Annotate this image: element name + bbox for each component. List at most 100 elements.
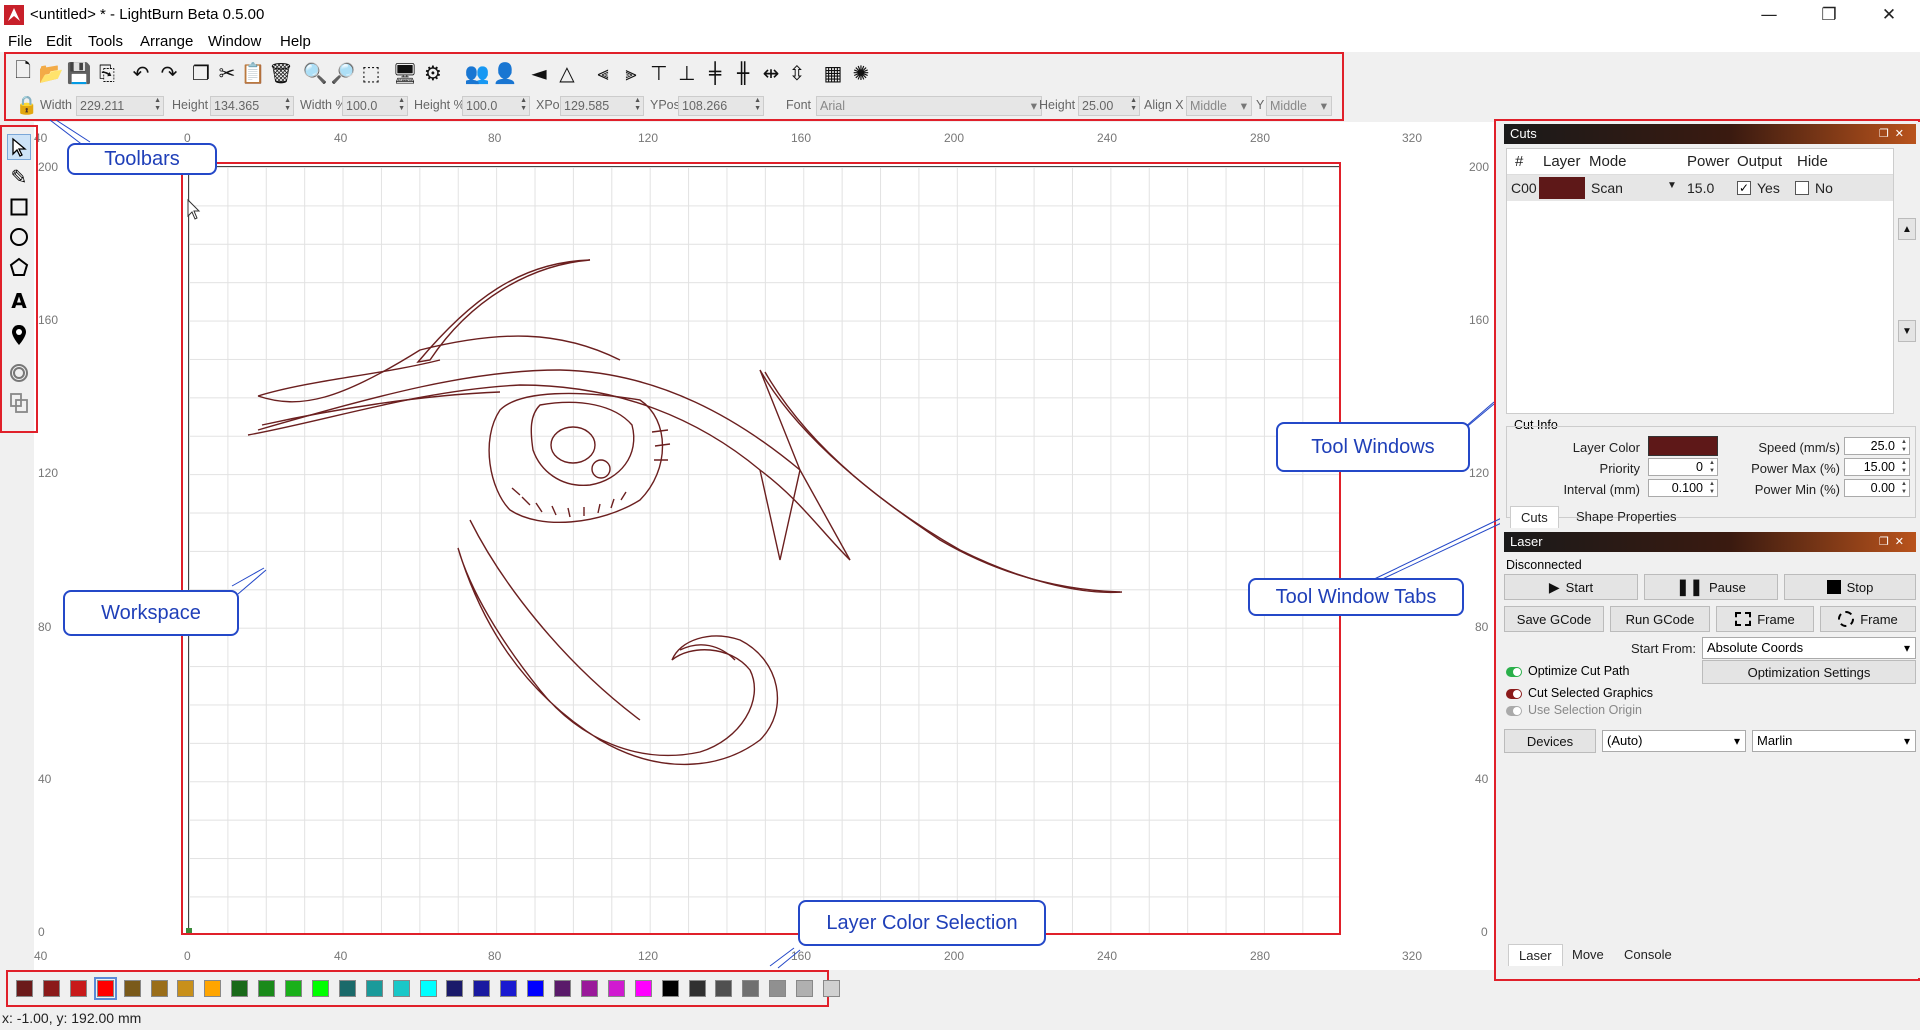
tab-shape-properties[interactable]: Shape Properties bbox=[1566, 506, 1686, 528]
row-power: 15.0 bbox=[1687, 180, 1715, 196]
color-swatch[interactable] bbox=[69, 980, 87, 997]
window-float-close-icon[interactable]: ❐✕ bbox=[1879, 532, 1910, 552]
frame-rect-icon bbox=[1735, 612, 1752, 626]
color-swatch[interactable] bbox=[823, 980, 840, 997]
color-swatch[interactable] bbox=[16, 980, 33, 997]
color-swatch[interactable] bbox=[150, 980, 168, 997]
color-swatch[interactable] bbox=[338, 980, 356, 997]
output-checkbox[interactable]: ✓ bbox=[1737, 181, 1751, 195]
cut-selected-toggle[interactable] bbox=[1506, 689, 1522, 699]
power-min-input[interactable]: 0.00 bbox=[1844, 479, 1910, 497]
col-header: Output bbox=[1737, 153, 1783, 170]
color-swatch[interactable] bbox=[688, 980, 706, 997]
save-gcode-button[interactable]: Save GCode bbox=[1504, 606, 1604, 632]
cut-selected-label: Cut Selected Graphics bbox=[1528, 686, 1654, 700]
priority-input[interactable]: 0 bbox=[1648, 458, 1718, 476]
table-row[interactable]: C00 Scan ▼ 15.0 ✓ Yes No bbox=[1507, 175, 1893, 201]
layer-color-swatch[interactable] bbox=[1648, 436, 1718, 456]
pause-icon: ❚❚ bbox=[1676, 579, 1703, 596]
tool-windows-panel: Cuts ❐✕ # Layer Mode Power Output Hide C… bbox=[1500, 122, 1920, 978]
color-swatch[interactable] bbox=[554, 980, 571, 997]
mode-dropdown-icon[interactable]: ▼ bbox=[1667, 180, 1677, 191]
frame-circle-label: Frame bbox=[1860, 611, 1898, 627]
color-swatch[interactable] bbox=[769, 980, 787, 997]
devices-button[interactable]: Devices bbox=[1504, 729, 1596, 753]
color-swatch[interactable] bbox=[661, 980, 679, 997]
start-button[interactable]: ▶ Start bbox=[1504, 574, 1638, 600]
move-layer-down-button[interactable]: ▼ bbox=[1898, 320, 1916, 342]
layer-color-palette bbox=[10, 974, 840, 1004]
row-mode[interactable]: Scan bbox=[1591, 180, 1623, 196]
tab-cuts[interactable]: Cuts bbox=[1510, 506, 1559, 528]
optimization-settings-button[interactable]: Optimization Settings bbox=[1702, 660, 1916, 684]
power-max-label: Power Max (%) bbox=[1751, 461, 1840, 476]
frame-circle-icon bbox=[1838, 611, 1855, 627]
color-swatch[interactable] bbox=[715, 980, 733, 997]
row-id: C00 bbox=[1511, 180, 1537, 196]
frame-circle-button[interactable]: Frame bbox=[1820, 606, 1916, 632]
color-swatch[interactable] bbox=[419, 980, 437, 997]
color-swatch[interactable] bbox=[258, 980, 276, 997]
color-swatch[interactable] bbox=[231, 980, 249, 997]
start-from-label: Start From: bbox=[1630, 641, 1696, 656]
callout-tool-window-tabs: Tool Window Tabs bbox=[1248, 578, 1464, 616]
row-output: Yes bbox=[1757, 180, 1780, 196]
cuts-table: # Layer Mode Power Output Hide C00 Scan … bbox=[1506, 148, 1894, 414]
move-layer-up-button[interactable]: ▲ bbox=[1898, 218, 1916, 240]
power-max-input[interactable]: 15.00 bbox=[1844, 458, 1910, 476]
window-float-close-icon[interactable]: ❐✕ bbox=[1879, 124, 1910, 144]
speed-label: Speed (mm/s) bbox=[1758, 440, 1840, 455]
interval-label: Interval (mm) bbox=[1563, 482, 1640, 497]
hide-checkbox[interactable] bbox=[1795, 181, 1809, 195]
color-swatch[interactable] bbox=[634, 980, 652, 997]
optimize-toggle[interactable] bbox=[1506, 667, 1522, 677]
color-swatch[interactable] bbox=[580, 980, 598, 997]
pause-button[interactable]: ❚❚ Pause bbox=[1644, 574, 1778, 600]
device-port-select[interactable]: (Auto) bbox=[1602, 730, 1746, 752]
speed-input[interactable]: 25.0 bbox=[1844, 437, 1910, 455]
interval-input[interactable]: 0.100 bbox=[1648, 479, 1718, 497]
color-swatch[interactable] bbox=[500, 980, 518, 997]
callout-workspace: Workspace bbox=[63, 590, 239, 636]
stop-label: Stop bbox=[1846, 579, 1874, 595]
stop-button[interactable]: Stop bbox=[1784, 574, 1916, 600]
frame-label: Frame bbox=[1757, 611, 1795, 627]
color-swatch[interactable] bbox=[204, 980, 222, 997]
color-swatch[interactable] bbox=[446, 980, 464, 997]
col-header: Mode bbox=[1589, 153, 1627, 170]
color-swatch[interactable] bbox=[392, 980, 410, 997]
color-swatch[interactable] bbox=[311, 980, 329, 997]
layer-color-label: Layer Color bbox=[1572, 440, 1640, 455]
color-swatch[interactable] bbox=[93, 977, 117, 1000]
color-swatch[interactable] bbox=[123, 980, 141, 997]
power-min-label: Power Min (%) bbox=[1754, 482, 1840, 497]
color-swatch[interactable] bbox=[177, 980, 195, 997]
start-from-select[interactable]: Absolute Coords bbox=[1702, 637, 1916, 659]
color-swatch[interactable] bbox=[285, 980, 302, 997]
start-label: Start bbox=[1565, 579, 1594, 595]
laser-title-text: Laser bbox=[1510, 534, 1543, 549]
cuts-title-text: Cuts bbox=[1510, 126, 1537, 141]
tab-laser[interactable]: Laser bbox=[1508, 944, 1563, 966]
color-swatch[interactable] bbox=[42, 980, 60, 997]
laser-status: Disconnected bbox=[1506, 558, 1582, 572]
row-layer-swatch[interactable] bbox=[1539, 177, 1585, 199]
callout-tool-windows: Tool Windows bbox=[1276, 422, 1470, 472]
color-swatch[interactable] bbox=[742, 980, 760, 997]
cuts-window-title: Cuts ❐✕ bbox=[1504, 124, 1916, 144]
run-gcode-button[interactable]: Run GCode bbox=[1610, 606, 1710, 632]
color-swatch[interactable] bbox=[607, 980, 625, 997]
use-selection-origin-toggle[interactable] bbox=[1506, 706, 1522, 716]
use-selection-origin-label: Use Selection Origin bbox=[1528, 703, 1642, 717]
tab-move[interactable]: Move bbox=[1562, 944, 1614, 966]
status-bar: x: -1.00, y: 192.00 mm bbox=[2, 1010, 142, 1026]
color-swatch[interactable] bbox=[796, 980, 814, 997]
frame-button[interactable]: Frame bbox=[1716, 606, 1814, 632]
color-swatch[interactable] bbox=[527, 980, 545, 997]
tab-console[interactable]: Console bbox=[1614, 944, 1682, 966]
color-swatch[interactable] bbox=[365, 980, 383, 997]
device-type-select[interactable]: Marlin bbox=[1752, 730, 1916, 752]
color-swatch[interactable] bbox=[473, 980, 491, 997]
play-icon: ▶ bbox=[1548, 578, 1560, 595]
col-header: # bbox=[1515, 153, 1524, 170]
